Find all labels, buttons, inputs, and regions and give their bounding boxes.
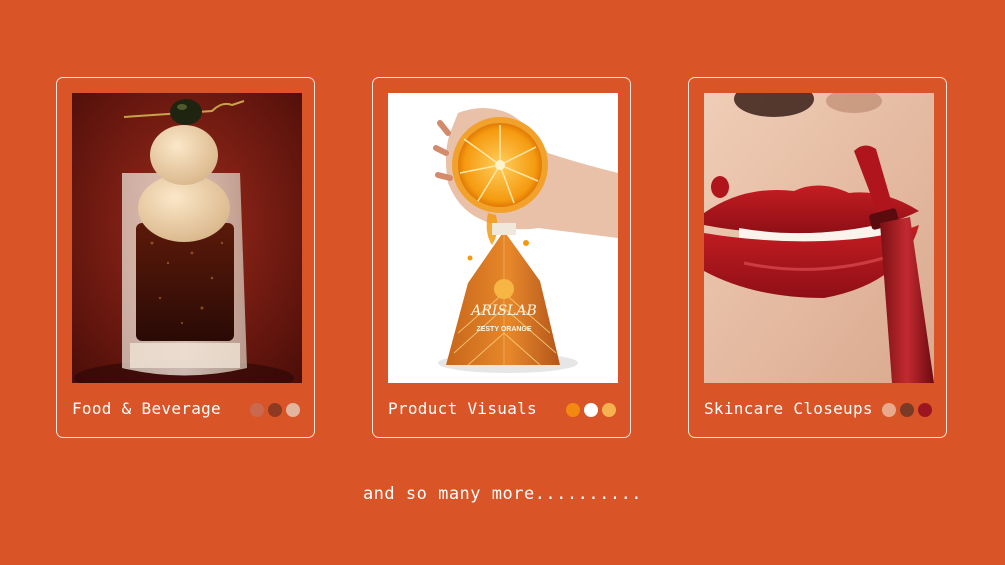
palette-swatch — [584, 403, 598, 417]
card-label: Food & Beverage — [72, 399, 221, 418]
palette-swatch — [250, 403, 264, 417]
showcase-card-food-beverage[interactable]: Food & Beverage — [56, 77, 315, 438]
card-label: Product Visuals — [388, 399, 537, 418]
package-brand-text: ARISLAB — [469, 303, 536, 319]
palette-swatch — [900, 403, 914, 417]
palette-swatch — [882, 403, 896, 417]
color-palette — [882, 403, 932, 417]
color-palette — [250, 403, 300, 417]
palette-swatch — [918, 403, 932, 417]
color-palette — [566, 403, 616, 417]
palette-swatch — [286, 403, 300, 417]
palette-swatch — [566, 403, 580, 417]
package-flavor-text: ZESTY ORANGE — [476, 326, 531, 333]
palette-swatch — [268, 403, 282, 417]
product-visuals-photo: ARISLAB ZESTY ORANGE — [388, 93, 618, 383]
card-label: Skincare Closeups — [704, 399, 873, 418]
showcase-card-skincare-closeups[interactable]: Skincare Closeups — [688, 77, 947, 438]
tagline: and so many more.......... — [362, 484, 643, 504]
food-beverage-photo — [72, 93, 302, 383]
skincare-closeups-photo — [704, 93, 934, 383]
palette-swatch — [602, 403, 616, 417]
showcase-card-product-visuals[interactable]: ARISLAB ZESTY ORANGE Product Visuals — [372, 77, 631, 438]
